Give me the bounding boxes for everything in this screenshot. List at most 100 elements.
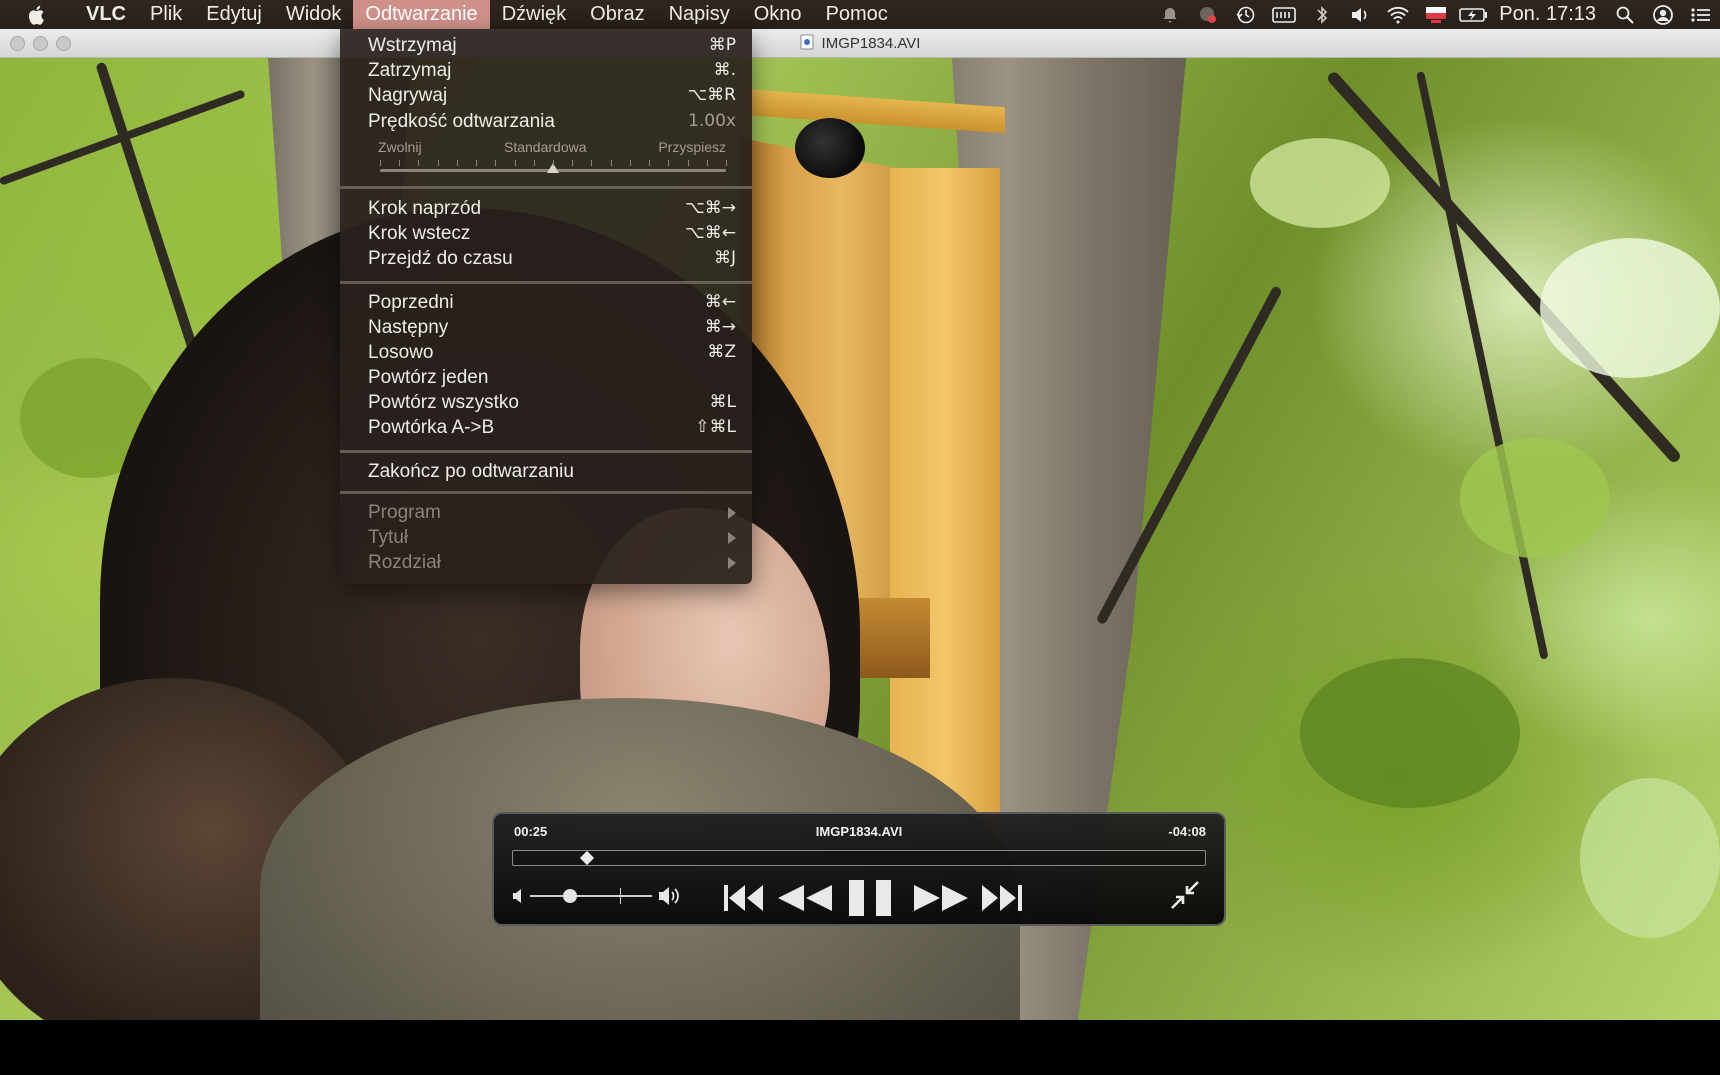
menu-plik[interactable]: Plik — [138, 0, 194, 29]
menu-item-label: Powtórka A->B — [368, 417, 495, 438]
menu-item-shortcut: ⌘← — [704, 292, 736, 312]
menu-napisy[interactable]: Napisy — [657, 0, 742, 29]
menu-item-label: Krok wstecz — [368, 223, 471, 244]
menu-item-jump-to-time[interactable]: Przejdź do czasu ⌘J — [368, 246, 736, 271]
speed-normal-label: Standardowa — [504, 139, 587, 155]
menu-obraz[interactable]: Obraz — [578, 0, 656, 29]
menu-item-record[interactable]: Nagrywaj ⌥⌘R — [368, 83, 736, 108]
speed-tick — [630, 160, 631, 166]
menu-item-label: Krok naprzód — [368, 198, 482, 219]
keyboard-icon[interactable] — [1265, 0, 1303, 29]
window-titlebar[interactable]: IMGP1834.AVI — [0, 29, 1720, 58]
time-machine-icon[interactable] — [1227, 0, 1265, 29]
menu-item-pause[interactable]: Wstrzymaj ⌘P — [368, 33, 736, 58]
volume-max-icon[interactable] — [658, 885, 684, 912]
remaining-time[interactable]: -04:08 — [1168, 824, 1206, 839]
menu-item-label: Zatrzymaj — [368, 60, 452, 81]
speed-tick — [726, 160, 727, 166]
menu-item-stop[interactable]: Zatrzymaj ⌘. — [368, 58, 736, 83]
speed-tick — [649, 160, 650, 166]
volume-mute-icon[interactable] — [512, 888, 526, 909]
leaf — [1540, 238, 1720, 378]
battery-icon[interactable] — [1455, 0, 1493, 29]
volume-knob[interactable] — [563, 889, 578, 903]
menu-item-label: Nagrywaj — [368, 85, 448, 106]
menu-app-vlc[interactable]: VLC — [74, 0, 138, 29]
speed-tick — [553, 160, 554, 166]
menu-okno[interactable]: Okno — [742, 0, 814, 29]
playback-speed-value: 1.00x — [688, 111, 736, 131]
leaf — [1460, 438, 1610, 558]
menu-item-random[interactable]: Losowo ⌘Z — [368, 340, 736, 365]
clock[interactable]: Pon. 17:13 — [1493, 3, 1606, 26]
pause-icon[interactable] — [846, 880, 894, 916]
input-source-flag-icon[interactable] — [1417, 0, 1455, 29]
menu-item-program[interactable]: Program — [368, 500, 736, 525]
document-icon — [800, 34, 814, 54]
menu-item-shortcut: ⌘Z — [707, 342, 736, 362]
app-badge-icon[interactable] — [1189, 0, 1227, 29]
volume-tick — [620, 888, 621, 904]
window-title: IMGP1834.AVI — [0, 29, 1720, 58]
menu-dzwiek[interactable]: Dźwięk — [490, 0, 578, 29]
skip-forward-icon[interactable] — [980, 880, 1024, 916]
playback-speed-label: Prędkość odtwarzania — [368, 111, 555, 132]
speed-tick — [515, 160, 516, 166]
menu-item-shortcut: ⌥⌘← — [685, 223, 736, 243]
menu-item-step-forward[interactable]: Krok naprzód ⌥⌘→ — [368, 196, 736, 221]
microphone — [795, 118, 865, 178]
menu-item-shortcut: ⌘J — [713, 248, 736, 268]
wifi-icon[interactable] — [1379, 0, 1417, 29]
menu-item-step-backward[interactable]: Krok wstecz ⌥⌘← — [368, 221, 736, 246]
menu-item-shortcut: ⌥⌘R — [687, 85, 736, 105]
notification-center-icon[interactable] — [1682, 0, 1720, 29]
menu-item-label: Wstrzymaj — [368, 35, 457, 56]
branch — [0, 89, 246, 186]
menu-item-repeat-all[interactable]: Powtórz wszystko ⌘L — [368, 390, 736, 415]
window-title-text: IMGP1834.AVI — [821, 35, 921, 52]
menu-edytuj[interactable]: Edytuj — [194, 0, 274, 29]
speed-tick — [495, 160, 496, 166]
speed-tick — [572, 160, 573, 166]
menu-item-repeat-ab[interactable]: Powtórka A->B ⇧⌘L — [368, 415, 736, 440]
spotlight-icon[interactable] — [1606, 0, 1644, 29]
volume-icon[interactable] — [1341, 0, 1379, 29]
speed-tick — [438, 160, 439, 166]
menu-widok[interactable]: Widok — [274, 0, 354, 29]
menu-item-shortcut: ⇧⌘L — [695, 417, 736, 437]
rewind-icon[interactable] — [776, 880, 834, 916]
menu-item-label: Rozdział — [368, 552, 441, 573]
skip-back-icon[interactable] — [722, 880, 766, 916]
menu-item-shortcut: ⌥⌘→ — [685, 198, 736, 218]
seek-knob[interactable] — [580, 850, 595, 866]
menu-item-next[interactable]: Następny ⌘→ — [368, 315, 736, 340]
notification-icon[interactable] — [1151, 0, 1189, 29]
menu-item-label: Losowo — [368, 342, 434, 363]
menu-item-chapter[interactable]: Rozdział — [368, 550, 736, 575]
apple-logo-icon[interactable] — [0, 4, 74, 26]
seek-bar[interactable] — [512, 850, 1206, 866]
menu-item-previous[interactable]: Poprzedni ⌘← — [368, 290, 736, 315]
menu-item-shortcut: ⌘L — [709, 392, 736, 412]
user-icon[interactable] — [1644, 0, 1682, 29]
speed-tick — [476, 160, 477, 166]
menu-item-shortcut: ⌘→ — [704, 317, 736, 337]
bluetooth-icon[interactable] — [1303, 0, 1341, 29]
leaf — [1300, 658, 1520, 808]
volume-slider[interactable] — [530, 895, 652, 897]
speed-tick — [707, 160, 708, 166]
menu-item-repeat-one[interactable]: Powtórz jeden — [368, 365, 736, 390]
menu-pomoc[interactable]: Pomoc — [814, 0, 900, 29]
menu-odtwarzanie[interactable]: Odtwarzanie — [353, 0, 490, 29]
branch — [1416, 71, 1549, 660]
menu-separator — [340, 491, 752, 494]
menu-item-quit-after-playback[interactable]: Zakończ po odtwarzaniu — [368, 459, 736, 484]
speed-tick — [591, 160, 592, 166]
exit-fullscreen-icon[interactable] — [1170, 880, 1200, 915]
menu-item-label: Powtórz wszystko — [368, 392, 519, 413]
menu-bar: VLC Plik Edytuj Widok Odtwarzanie Dźwięk… — [0, 0, 1720, 29]
playback-speed-scale-labels: Zwolnij Standardowa Przyspiesz — [378, 139, 726, 157]
chevron-right-icon — [728, 557, 736, 569]
menu-item-title[interactable]: Tytuł — [368, 525, 736, 550]
fast-forward-icon[interactable] — [912, 880, 970, 916]
